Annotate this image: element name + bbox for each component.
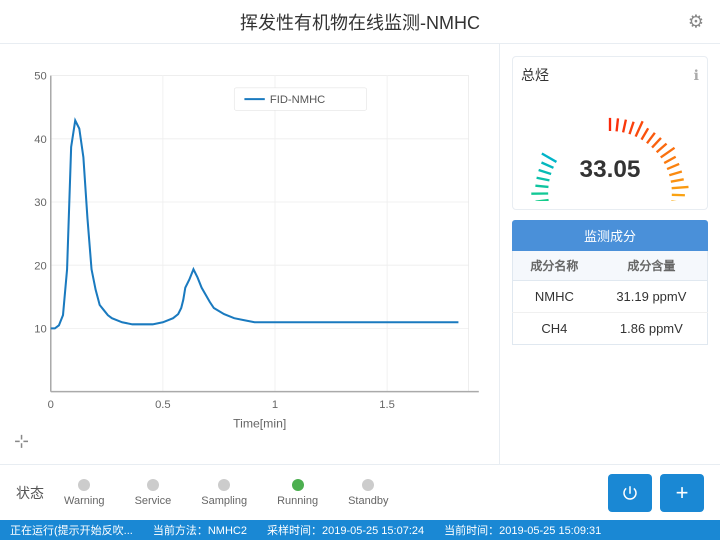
component-amount: 31.19 ppmV — [596, 281, 708, 313]
component-name: CH4 — [513, 313, 596, 345]
svg-text:10: 10 — [34, 323, 46, 335]
right-panel: 总烃 ℹ — [500, 44, 720, 464]
svg-text:50: 50 — [34, 71, 46, 83]
chart-area: 50 40 30 20 10 0 0.5 1 1.5 Time[min] FID… — [0, 44, 500, 464]
gear-icon[interactable]: ⚙ — [688, 11, 704, 32]
status-dot-sampling — [218, 479, 230, 491]
add-button[interactable]: + — [660, 474, 704, 512]
svg-text:0: 0 — [48, 399, 54, 411]
bottom-bar: 正在运行(提示开始反吹... 当前方法：NMHC2 采样时间：2019-05-2… — [0, 520, 720, 540]
table-header-row: 成分名称 成分含量 — [513, 251, 708, 281]
gauge-tick — [539, 170, 551, 174]
svg-text:1.5: 1.5 — [379, 399, 395, 411]
status-label-sampling: Sampling — [201, 495, 247, 507]
drag-icon: ⊹ — [14, 431, 29, 452]
gauge-tick — [641, 128, 648, 139]
gauge-tick — [672, 187, 689, 188]
gauge-tick — [652, 138, 661, 148]
gauge-tick — [669, 172, 682, 176]
method-label: 当前方法： — [153, 525, 208, 537]
status-item-running: Running — [277, 479, 318, 507]
power-button[interactable] — [608, 474, 652, 512]
gauge-tick — [671, 179, 684, 181]
status-item-sampling: Sampling — [201, 479, 247, 507]
current-time-label: 当前时间： — [444, 525, 499, 537]
gauge-svg: 33.05 — [521, 91, 699, 201]
col-amount-header: 成分含量 — [596, 251, 708, 281]
current-time-value: 2019-05-25 15:09:31 — [499, 525, 601, 537]
status-dot-warning — [78, 479, 90, 491]
gauge-tick — [537, 178, 550, 181]
gauge-tick — [623, 120, 626, 133]
sample-time-info: 采样时间：2019-05-25 15:07:24 — [267, 522, 424, 538]
col-name-header: 成分名称 — [513, 251, 596, 281]
status-buttons: + — [608, 474, 704, 512]
main-content: 50 40 30 20 10 0 0.5 1 1.5 Time[min] FID… — [0, 44, 720, 464]
measurements-table: 成分名称 成分含量 NMHC 31.19 ppmVCH4 1.86 ppmV — [512, 251, 708, 345]
svg-text:30: 30 — [34, 197, 46, 209]
gauge-tick — [657, 144, 667, 153]
svg-text:Time[min]: Time[min] — [233, 416, 286, 430]
svg-text:FID-NMHC: FID-NMHC — [270, 94, 325, 106]
method-info: 当前方法：NMHC2 — [153, 522, 247, 538]
status-label-warning: Warning — [64, 495, 105, 507]
svg-text:0.5: 0.5 — [155, 399, 171, 411]
gauge-tick — [661, 148, 675, 158]
gauge-tick — [664, 157, 675, 163]
table-row: NMHC 31.19 ppmV — [513, 281, 708, 313]
gauge-tick — [629, 122, 633, 134]
status-item-service: Service — [135, 479, 172, 507]
svg-text:40: 40 — [34, 134, 46, 146]
power-icon — [621, 484, 639, 502]
component-name: NMHC — [513, 281, 596, 313]
status-dot-service — [147, 479, 159, 491]
status-label-standby: Standby — [348, 495, 388, 507]
gauge-container: 33.05 — [521, 91, 699, 201]
status-label: 状态 — [16, 483, 44, 503]
current-time-info: 当前时间：2019-05-25 15:09:31 — [444, 522, 601, 538]
app-header: 挥发性有机物在线监测-NMHC ⚙ — [0, 0, 720, 44]
gauge-tick — [667, 164, 679, 169]
gauge-section: 总烃 ℹ — [512, 56, 708, 210]
sample-time-label: 采样时间： — [267, 525, 322, 537]
gauge-tick — [535, 186, 548, 187]
status-dot-running — [292, 479, 304, 491]
chart-svg: 50 40 30 20 10 0 0.5 1 1.5 Time[min] FID… — [10, 54, 489, 454]
component-amount: 1.86 ppmV — [596, 313, 708, 345]
svg-text:1: 1 — [272, 399, 278, 411]
gauge-tick — [617, 118, 618, 131]
gauge-tick — [542, 153, 557, 161]
svg-text:20: 20 — [34, 260, 46, 272]
gauge-tick — [636, 121, 643, 136]
gauge-header: 总烃 ℹ — [521, 65, 699, 85]
status-items: Warning Service Sampling Running Standby — [64, 479, 608, 507]
running-text: 正在运行(提示开始反吹... — [10, 522, 133, 538]
sample-time-value: 2019-05-25 15:07:24 — [322, 525, 424, 537]
status-dot-standby — [362, 479, 374, 491]
svg-text:33.05: 33.05 — [580, 156, 641, 183]
gauge-tick — [647, 133, 655, 144]
status-bar: 状态 WarningServiceSamplingRunningStandby … — [0, 464, 720, 520]
status-label-running: Running — [277, 495, 318, 507]
method-value: NMHC2 — [208, 525, 247, 537]
status-label-service: Service — [135, 495, 172, 507]
table-row: CH4 1.86 ppmV — [513, 313, 708, 345]
measurements-section: 监测成分 成分名称 成分含量 NMHC 31.19 ppmVCH4 1.86 p… — [512, 220, 708, 452]
gauge-tick — [541, 163, 553, 168]
status-item-standby: Standby — [348, 479, 388, 507]
gauge-tick — [536, 200, 549, 201]
gauge-title: 总烃 — [521, 65, 549, 85]
info-icon[interactable]: ℹ — [694, 67, 699, 84]
measurements-header: 监测成分 — [512, 220, 708, 251]
status-item-warning: Warning — [64, 479, 105, 507]
app-title: 挥发性有机物在线监测-NMHC — [240, 9, 480, 35]
